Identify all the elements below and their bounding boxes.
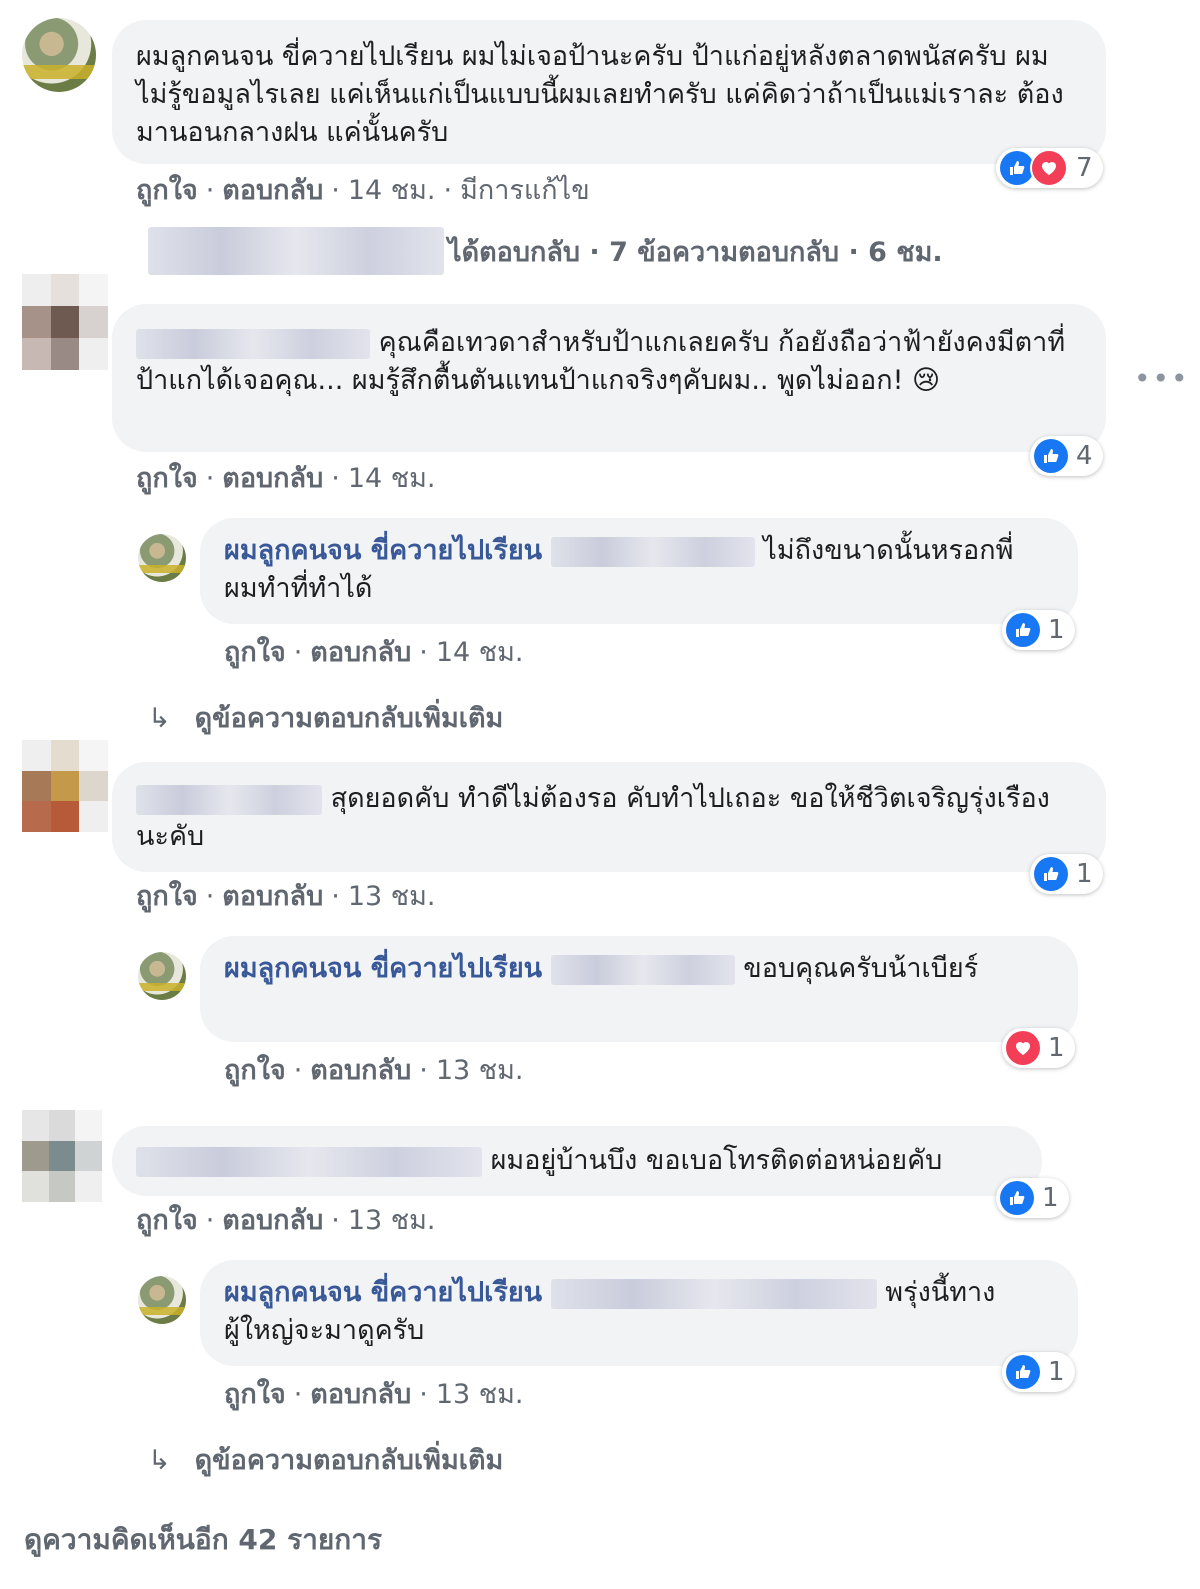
reply-author-name[interactable]: ผมลูกคนจน ขี่ควายไปเรียน	[224, 953, 542, 984]
heart-icon	[1030, 149, 1068, 187]
like-link[interactable]: ถูกใจ	[136, 463, 198, 494]
thumbs-up-icon	[1006, 1355, 1040, 1389]
reaction-number: 4	[1076, 441, 1093, 471]
thumbs-up-icon	[1034, 857, 1068, 891]
comment-text: ผมลูกคนจน ขี่ควายไปเรียน ผมไม่เจอป้านะคร…	[136, 41, 1064, 148]
timestamp[interactable]: 13 ชม.	[436, 1055, 524, 1086]
avatar[interactable]	[138, 534, 186, 582]
like-link[interactable]: ถูกใจ	[224, 1379, 286, 1410]
reaction-number: 1	[1048, 1033, 1065, 1063]
reply-link[interactable]: ตอบกลับ	[310, 1379, 411, 1410]
avatar[interactable]	[22, 1110, 102, 1202]
reply-meta: ถูกใจ · ตอบกลับ · 14 ชม.	[224, 637, 524, 668]
reply-text: ขอบคุณครับน้าเบียร์	[743, 953, 979, 984]
view-more-replies-link[interactable]: ↳ ดูข้อความตอบกลับเพิ่มเติม	[148, 696, 503, 739]
reply-author-name[interactable]: ผมลูกคนจน ขี่ควายไปเรียน	[224, 1277, 542, 1308]
replied-summary[interactable]: ได้ตอบกลับ · 7 ข้อความตอบกลับ · 6 ชม.	[148, 226, 943, 276]
reaction-count[interactable]: 7	[996, 148, 1103, 188]
blurred-name	[148, 227, 444, 275]
heart-icon	[1006, 1031, 1040, 1065]
like-link[interactable]: ถูกใจ	[224, 637, 286, 668]
comment-bubble: ผมอยู่บ้านบึง ขอเบอโทรติดต่อหน่อยคับ	[112, 1126, 1042, 1196]
reply-link[interactable]: ตอบกลับ	[222, 1205, 323, 1236]
reply-meta: ถูกใจ · ตอบกลับ · 13 ชม.	[224, 1379, 524, 1410]
avatar[interactable]	[22, 740, 108, 832]
reply-bubble: ผมลูกคนจน ขี่ควายไปเรียน พรุ่งนี้ทางผู้ใ…	[200, 1260, 1078, 1366]
reaction-number: 7	[1076, 153, 1093, 183]
like-link[interactable]: ถูกใจ	[136, 175, 198, 206]
reply-link[interactable]: ตอบกลับ	[310, 1055, 411, 1086]
blurred-name	[136, 1146, 482, 1177]
view-more-comments-link[interactable]: ดูความคิดเห็นอีก 42 รายการ	[24, 1518, 382, 1562]
avatar[interactable]	[22, 274, 108, 370]
reply-arrow-icon: ↳	[148, 703, 171, 734]
timestamp[interactable]: 14 ชม.	[436, 637, 524, 668]
reply-link[interactable]: ตอบกลับ	[222, 175, 323, 206]
timestamp[interactable]: 14 ชม.	[348, 463, 436, 494]
comment-text: ผมอยู่บ้านบึง ขอเบอโทรติดต่อหน่อยคับ	[490, 1145, 943, 1176]
reaction-number: 1	[1076, 859, 1093, 889]
reaction-count[interactable]: 1	[1002, 610, 1075, 650]
timestamp[interactable]: 13 ชม.	[348, 881, 436, 912]
replied-summary-text: ได้ตอบกลับ · 7 ข้อความตอบกลับ · 6 ชม.	[448, 236, 943, 268]
view-more-replies-text: ดูข้อความตอบกลับเพิ่มเติม	[194, 1445, 504, 1476]
view-more-replies-text: ดูข้อความตอบกลับเพิ่มเติม	[194, 703, 504, 734]
reply-link[interactable]: ตอบกลับ	[310, 637, 411, 668]
reaction-count[interactable]: 1	[1002, 1028, 1075, 1068]
edited-label[interactable]: มีการแก้ไข	[460, 175, 590, 206]
reaction-number: 1	[1048, 615, 1065, 645]
reaction-count[interactable]: 1	[996, 1178, 1069, 1218]
like-link[interactable]: ถูกใจ	[136, 881, 198, 912]
timestamp[interactable]: 14 ชม.	[348, 175, 436, 206]
reply-meta: ถูกใจ · ตอบกลับ · 13 ชม.	[224, 1055, 524, 1086]
avatar[interactable]	[138, 952, 186, 1000]
reaction-count[interactable]: 1	[1030, 854, 1103, 894]
avatar[interactable]	[138, 1276, 186, 1324]
thumbs-up-icon	[1000, 151, 1034, 185]
comment-meta: ถูกใจ · ตอบกลับ · 13 ชม.	[136, 881, 436, 912]
reply-link[interactable]: ตอบกลับ	[222, 463, 323, 494]
avatar[interactable]	[22, 18, 96, 92]
thumbs-up-icon	[1034, 439, 1068, 473]
comment-bubble: ผมลูกคนจน ขี่ควายไปเรียน ผมไม่เจอป้านะคร…	[112, 20, 1106, 164]
comment-meta: ถูกใจ · ตอบกลับ · 14 ชม.	[136, 463, 436, 494]
reply-link[interactable]: ตอบกลับ	[222, 881, 323, 912]
reply-arrow-icon: ↳	[148, 1445, 171, 1476]
timestamp[interactable]: 13 ชม.	[436, 1379, 524, 1410]
like-link[interactable]: ถูกใจ	[136, 1205, 198, 1236]
reaction-number: 1	[1042, 1183, 1059, 1213]
comment-meta: ถูกใจ · ตอบกลับ · 13 ชม.	[136, 1205, 436, 1236]
blurred-name	[550, 954, 735, 985]
comment-bubble: สุดยอดคับ ทำดีไม่ต้องรอ คับทำไปเถอะ ขอให…	[112, 762, 1106, 872]
blurred-name	[550, 536, 755, 567]
like-link[interactable]: ถูกใจ	[224, 1055, 286, 1086]
timestamp[interactable]: 13 ชม.	[348, 1205, 436, 1236]
comment-meta: ถูกใจ · ตอบกลับ · 14 ชม. · มีการแก้ไข	[136, 175, 590, 206]
reaction-count[interactable]: 1	[1002, 1352, 1075, 1392]
blurred-name	[550, 1278, 877, 1309]
reaction-number: 1	[1048, 1357, 1065, 1387]
comment-bubble: คุณคือเทวดาสำหรับป้าแกเลยครับ ก้อยังถือว…	[112, 304, 1106, 452]
reply-bubble: ผมลูกคนจน ขี่ควายไปเรียน ขอบคุณครับน้าเบ…	[200, 936, 1078, 1042]
ellipsis-icon[interactable]: •••	[1134, 362, 1190, 395]
thumbs-up-icon	[1000, 1181, 1034, 1215]
blurred-name	[136, 328, 370, 359]
thumbs-up-icon	[1006, 613, 1040, 647]
view-more-replies-link[interactable]: ↳ ดูข้อความตอบกลับเพิ่มเติม	[148, 1438, 503, 1481]
reply-bubble: ผมลูกคนจน ขี่ควายไปเรียน ไม่ถึงขนาดนั้นห…	[200, 518, 1078, 624]
reply-author-name[interactable]: ผมลูกคนจน ขี่ควายไปเรียน	[224, 535, 542, 566]
blurred-name	[136, 784, 322, 815]
reaction-count[interactable]: 4	[1030, 436, 1103, 476]
